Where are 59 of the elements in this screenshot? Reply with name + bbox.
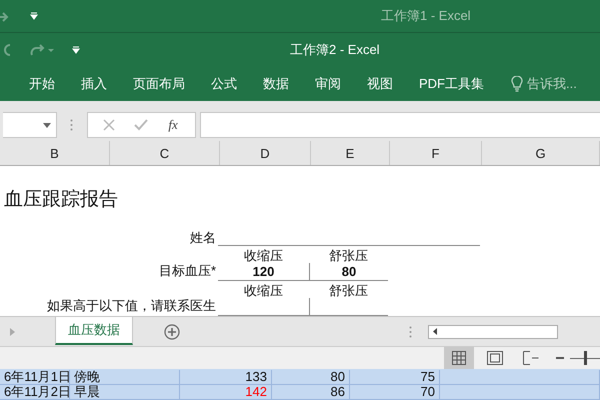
ribbon-tab[interactable]: 审阅: [314, 71, 342, 97]
customize-icon[interactable]: [30, 12, 38, 20]
field-label: 姓名: [189, 230, 217, 246]
column-header[interactable]: B: [0, 141, 110, 165]
table-cell: 80: [272, 370, 350, 384]
column-label: 收缩压: [243, 248, 284, 263]
table-cell: 早晨: [70, 385, 180, 399]
table-cell: 6年11月1日: [0, 370, 70, 384]
field-label: 目标血压*: [158, 263, 217, 280]
column-header[interactable]: C: [110, 141, 220, 165]
customize-icon[interactable]: [72, 46, 80, 54]
page-layout-icon: [487, 351, 503, 365]
table-cell: 6年11月2日: [0, 385, 70, 399]
table-cell: 75: [350, 370, 440, 384]
redo-icon[interactable]: [0, 10, 10, 22]
scroll-left-icon[interactable]: [433, 328, 437, 335]
add-sheet-icon[interactable]: [164, 324, 180, 340]
tell-me-button[interactable]: 告诉我...: [509, 71, 579, 97]
redo-icon[interactable]: [30, 43, 54, 57]
grip-icon: [70, 119, 73, 131]
column-header[interactable]: G: [482, 141, 600, 165]
table-cell: 傍晚: [70, 370, 180, 384]
scroll-right-icon[interactable]: [10, 328, 15, 336]
cancel-icon[interactable]: [103, 119, 116, 131]
ribbon-tab[interactable]: 插入: [80, 71, 108, 97]
sheet-title: 血压跟踪报告: [4, 188, 119, 212]
page-break-icon: [523, 351, 539, 365]
ribbon-tab[interactable]: 视图: [366, 71, 394, 97]
view-button[interactable]: [444, 347, 474, 369]
dropdown-icon: [43, 122, 51, 128]
column-label: 舒张压: [328, 283, 369, 298]
lightbulb-icon: [511, 76, 523, 92]
ribbon-tab[interactable]: 数据: [262, 71, 290, 97]
window-title: 工作簿1 - Excel: [381, 7, 471, 25]
checkmark-icon[interactable]: [134, 119, 148, 131]
ribbon-tab[interactable]: PDF工具集: [418, 71, 485, 97]
window-title: 工作簿2 - Excel: [290, 41, 380, 59]
table-cell: 86: [272, 385, 350, 399]
formula-input-field[interactable]: [200, 112, 600, 138]
column-header[interactable]: D: [220, 141, 311, 165]
grip-icon: [409, 326, 412, 338]
sheet-tab[interactable]: 血压数据: [55, 316, 133, 344]
column-label: 收缩压: [243, 283, 284, 298]
insert-function-button[interactable]: fx: [166, 117, 180, 133]
column-header[interactable]: E: [311, 141, 390, 165]
column-label: 舒张压: [328, 248, 369, 263]
field-label: 如果高于以下值，请联系医生: [46, 298, 217, 315]
table-cell: 133: [180, 370, 272, 384]
table-cell: 142: [180, 385, 272, 399]
ribbon-tab[interactable]: 公式: [210, 71, 238, 97]
column-header[interactable]: F: [390, 141, 482, 165]
zoom-slider-thumb[interactable]: [584, 351, 586, 365]
horizontal-scrollbar[interactable]: [428, 324, 558, 338]
ribbon-tab[interactable]: 开始: [28, 71, 56, 97]
table-cell: 70: [350, 385, 440, 399]
ribbon-tab[interactable]: 页面布局: [132, 71, 186, 97]
table-cell: 120: [218, 263, 309, 281]
table-cell: 80: [309, 263, 388, 281]
grid-icon: [452, 351, 466, 365]
